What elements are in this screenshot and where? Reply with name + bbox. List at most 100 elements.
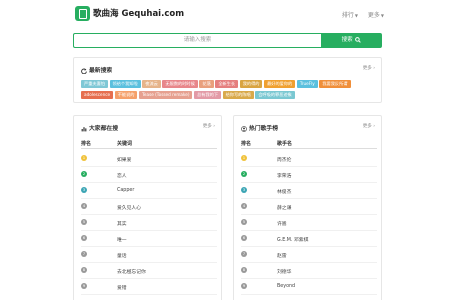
search-tag[interactable]: 严重夫妻怕 xyxy=(81,80,108,88)
search-button[interactable]: 搜索 xyxy=(321,33,382,48)
rank-badge: 7 xyxy=(81,251,87,257)
singer-link[interactable]: 李荣浩 xyxy=(277,172,291,179)
divider xyxy=(241,148,377,149)
table-row[interactable]: 6 唯一 xyxy=(81,231,217,247)
singer-link[interactable]: 林俊杰 xyxy=(277,188,291,195)
header: 歌曲海 Gequhai.com 排行▼ 更多▼ xyxy=(0,0,456,28)
col-keyword: 关键词 xyxy=(117,141,133,147)
rank-badge: 1 xyxy=(81,155,87,161)
keyword-link[interactable]: 如果爱 xyxy=(117,156,131,163)
singer-link[interactable]: 许嵩 xyxy=(277,220,287,227)
rank-badge: 8 xyxy=(81,267,87,273)
rank-badge: 4 xyxy=(81,203,87,209)
search-tag[interactable]: 不能说的 xyxy=(114,91,138,99)
search-input[interactable]: 请输入搜索 xyxy=(73,33,321,48)
keyword-link[interactable]: Capper xyxy=(117,188,134,193)
more-link[interactable]: 更多 › xyxy=(363,65,375,71)
nav-more[interactable]: 更多▼ xyxy=(368,12,384,19)
rank-badge: 2 xyxy=(241,171,247,177)
chevron-down-icon: ▼ xyxy=(354,13,358,18)
table-row[interactable]: 3 林俊杰 xyxy=(241,183,377,199)
rank-badge: 5 xyxy=(81,219,87,225)
panel-title: 热门歌手榜 xyxy=(241,123,278,132)
col-rank: 排名 xyxy=(241,141,252,147)
table-row[interactable]: 4 薛之谦 xyxy=(241,199,377,215)
singer-link[interactable]: 薛之谦 xyxy=(277,204,291,211)
table-row[interactable]: 3 Capper xyxy=(81,183,217,199)
keyword-link[interactable]: 其实 xyxy=(117,220,127,227)
rank-badge: 5 xyxy=(241,219,247,225)
site-name: 歌曲海 xyxy=(93,9,119,19)
latest-search-panel: 最新搜索 更多 › 严重夫妻怕 领给个我知啦 夜流云 无限数的时时候 花落 全新生长 我的得… xyxy=(73,57,382,103)
top-nav: 排行▼ 更多▼ xyxy=(334,10,384,19)
search-tag[interactable]: 我的得的 xyxy=(239,80,263,88)
search-tag[interactable]: 最好的爱你的 xyxy=(264,80,296,88)
table-row[interactable]: 5 许嵩 xyxy=(241,215,377,231)
tag-cloud: 严重夫妻怕 领给个我知啦 夜流云 无限数的时时候 花落 全新生长 我的得的 最好的爱你的 Tru… xyxy=(81,80,377,102)
table-row[interactable]: 1 如果爱 xyxy=(81,151,217,167)
rank-badge: 3 xyxy=(241,187,247,193)
rank-badge: 1 xyxy=(241,155,247,161)
keyword-link[interactable]: 恋人 xyxy=(117,172,127,179)
keyword-link[interactable]: 去北極忘记你 xyxy=(117,268,146,275)
search-tag[interactable]: 总有我的下 xyxy=(194,91,222,99)
search-tag[interactable]: 会呼吸的罪恶迹象 xyxy=(255,91,295,99)
search-tag[interactable]: 领给个我知啦 xyxy=(109,80,141,88)
search-tag[interactable]: 无限数的时时候 xyxy=(162,80,198,88)
table-row[interactable]: 4 爱久见人心 xyxy=(81,199,217,215)
table-row[interactable]: 8 去北極忘记你 xyxy=(81,263,217,279)
col-singer: 歌手名 xyxy=(277,141,293,147)
table-row[interactable]: 2 恋人 xyxy=(81,167,217,183)
keyword-link[interactable]: 唯一 xyxy=(117,236,127,243)
site-domain: Gequhai.com xyxy=(121,9,185,19)
rank-badge: 2 xyxy=(81,171,87,177)
divider xyxy=(81,148,217,149)
table-row[interactable]: 5 其实 xyxy=(81,215,217,231)
table-row[interactable]: 1 周杰伦 xyxy=(241,151,377,167)
table-row[interactable]: 9 Beyond xyxy=(241,279,377,295)
logo-icon[interactable] xyxy=(75,6,90,21)
search-tag[interactable]: Tease (Tossed remake) xyxy=(139,91,193,99)
table-row[interactable]: 8 刘德华 xyxy=(241,263,377,279)
keyword-link[interactable]: 童话 xyxy=(117,252,127,259)
rank-badge: 3 xyxy=(81,187,87,193)
singer-link[interactable]: G.E.M. 邓紫棋 xyxy=(277,236,308,243)
table-row[interactable]: 6 G.E.M. 邓紫棋 xyxy=(241,231,377,247)
chevron-down-icon: ▼ xyxy=(380,13,384,18)
search-tag[interactable]: TrueFly xyxy=(296,80,318,88)
keyword-link[interactable]: 爱久见人心 xyxy=(117,204,141,211)
search-tag[interactable]: 花落 xyxy=(199,80,214,88)
popular-search-panel: 大家都在搜 更多 › 排名 关键词 1 如果爱 2 恋人 3 Capper 4 爱久见人心 5 其… xyxy=(73,115,222,300)
search-bar: 请输入搜索 搜索 xyxy=(73,33,382,48)
singer-link[interactable]: 周杰伦 xyxy=(277,156,291,163)
rank-badge: 6 xyxy=(81,235,87,241)
singer-link[interactable]: Beyond xyxy=(277,284,295,289)
search-tag[interactable]: 夜流云 xyxy=(142,80,161,88)
more-link[interactable]: 更多 › xyxy=(363,123,375,129)
search-tag[interactable]: 我要我反所谓 xyxy=(319,80,351,88)
rank-badge: 9 xyxy=(241,283,247,289)
table-row[interactable]: 9 爱错 xyxy=(81,279,217,295)
rank-badge: 4 xyxy=(241,203,247,209)
user-icon xyxy=(241,125,247,132)
bar-chart-icon xyxy=(81,126,87,131)
table-row[interactable]: 7 赵雷 xyxy=(241,247,377,263)
keyword-link[interactable]: 爱错 xyxy=(117,284,127,291)
nav-rank[interactable]: 排行▼ xyxy=(342,12,358,19)
table-row[interactable]: 2 李荣浩 xyxy=(241,167,377,183)
logo[interactable]: 歌曲海 Gequhai.com xyxy=(93,7,184,19)
panel-title: 最新搜索 xyxy=(81,65,112,74)
panel-title: 大家都在搜 xyxy=(81,123,118,132)
rank-badge: 6 xyxy=(241,235,247,241)
search-tag[interactable]: adolescence xyxy=(81,91,114,99)
singer-link[interactable]: 赵雷 xyxy=(277,252,287,259)
refresh-icon xyxy=(81,68,87,74)
search-tag[interactable]: 给你写的陈唱 xyxy=(222,91,254,99)
col-rank: 排名 xyxy=(81,141,92,147)
search-tag[interactable]: 全新生长 xyxy=(215,80,239,88)
singer-link[interactable]: 刘德华 xyxy=(277,268,291,275)
table-row[interactable]: 7 童话 xyxy=(81,247,217,263)
rank-badge: 7 xyxy=(241,251,247,257)
hot-singers-panel: 热门歌手榜 更多 › 排名 歌手名 1 周杰伦 2 李荣浩 3 林俊杰 4 薛之谦 5 许嵩 6 G.… xyxy=(233,115,382,300)
more-link[interactable]: 更多 › xyxy=(203,123,215,129)
